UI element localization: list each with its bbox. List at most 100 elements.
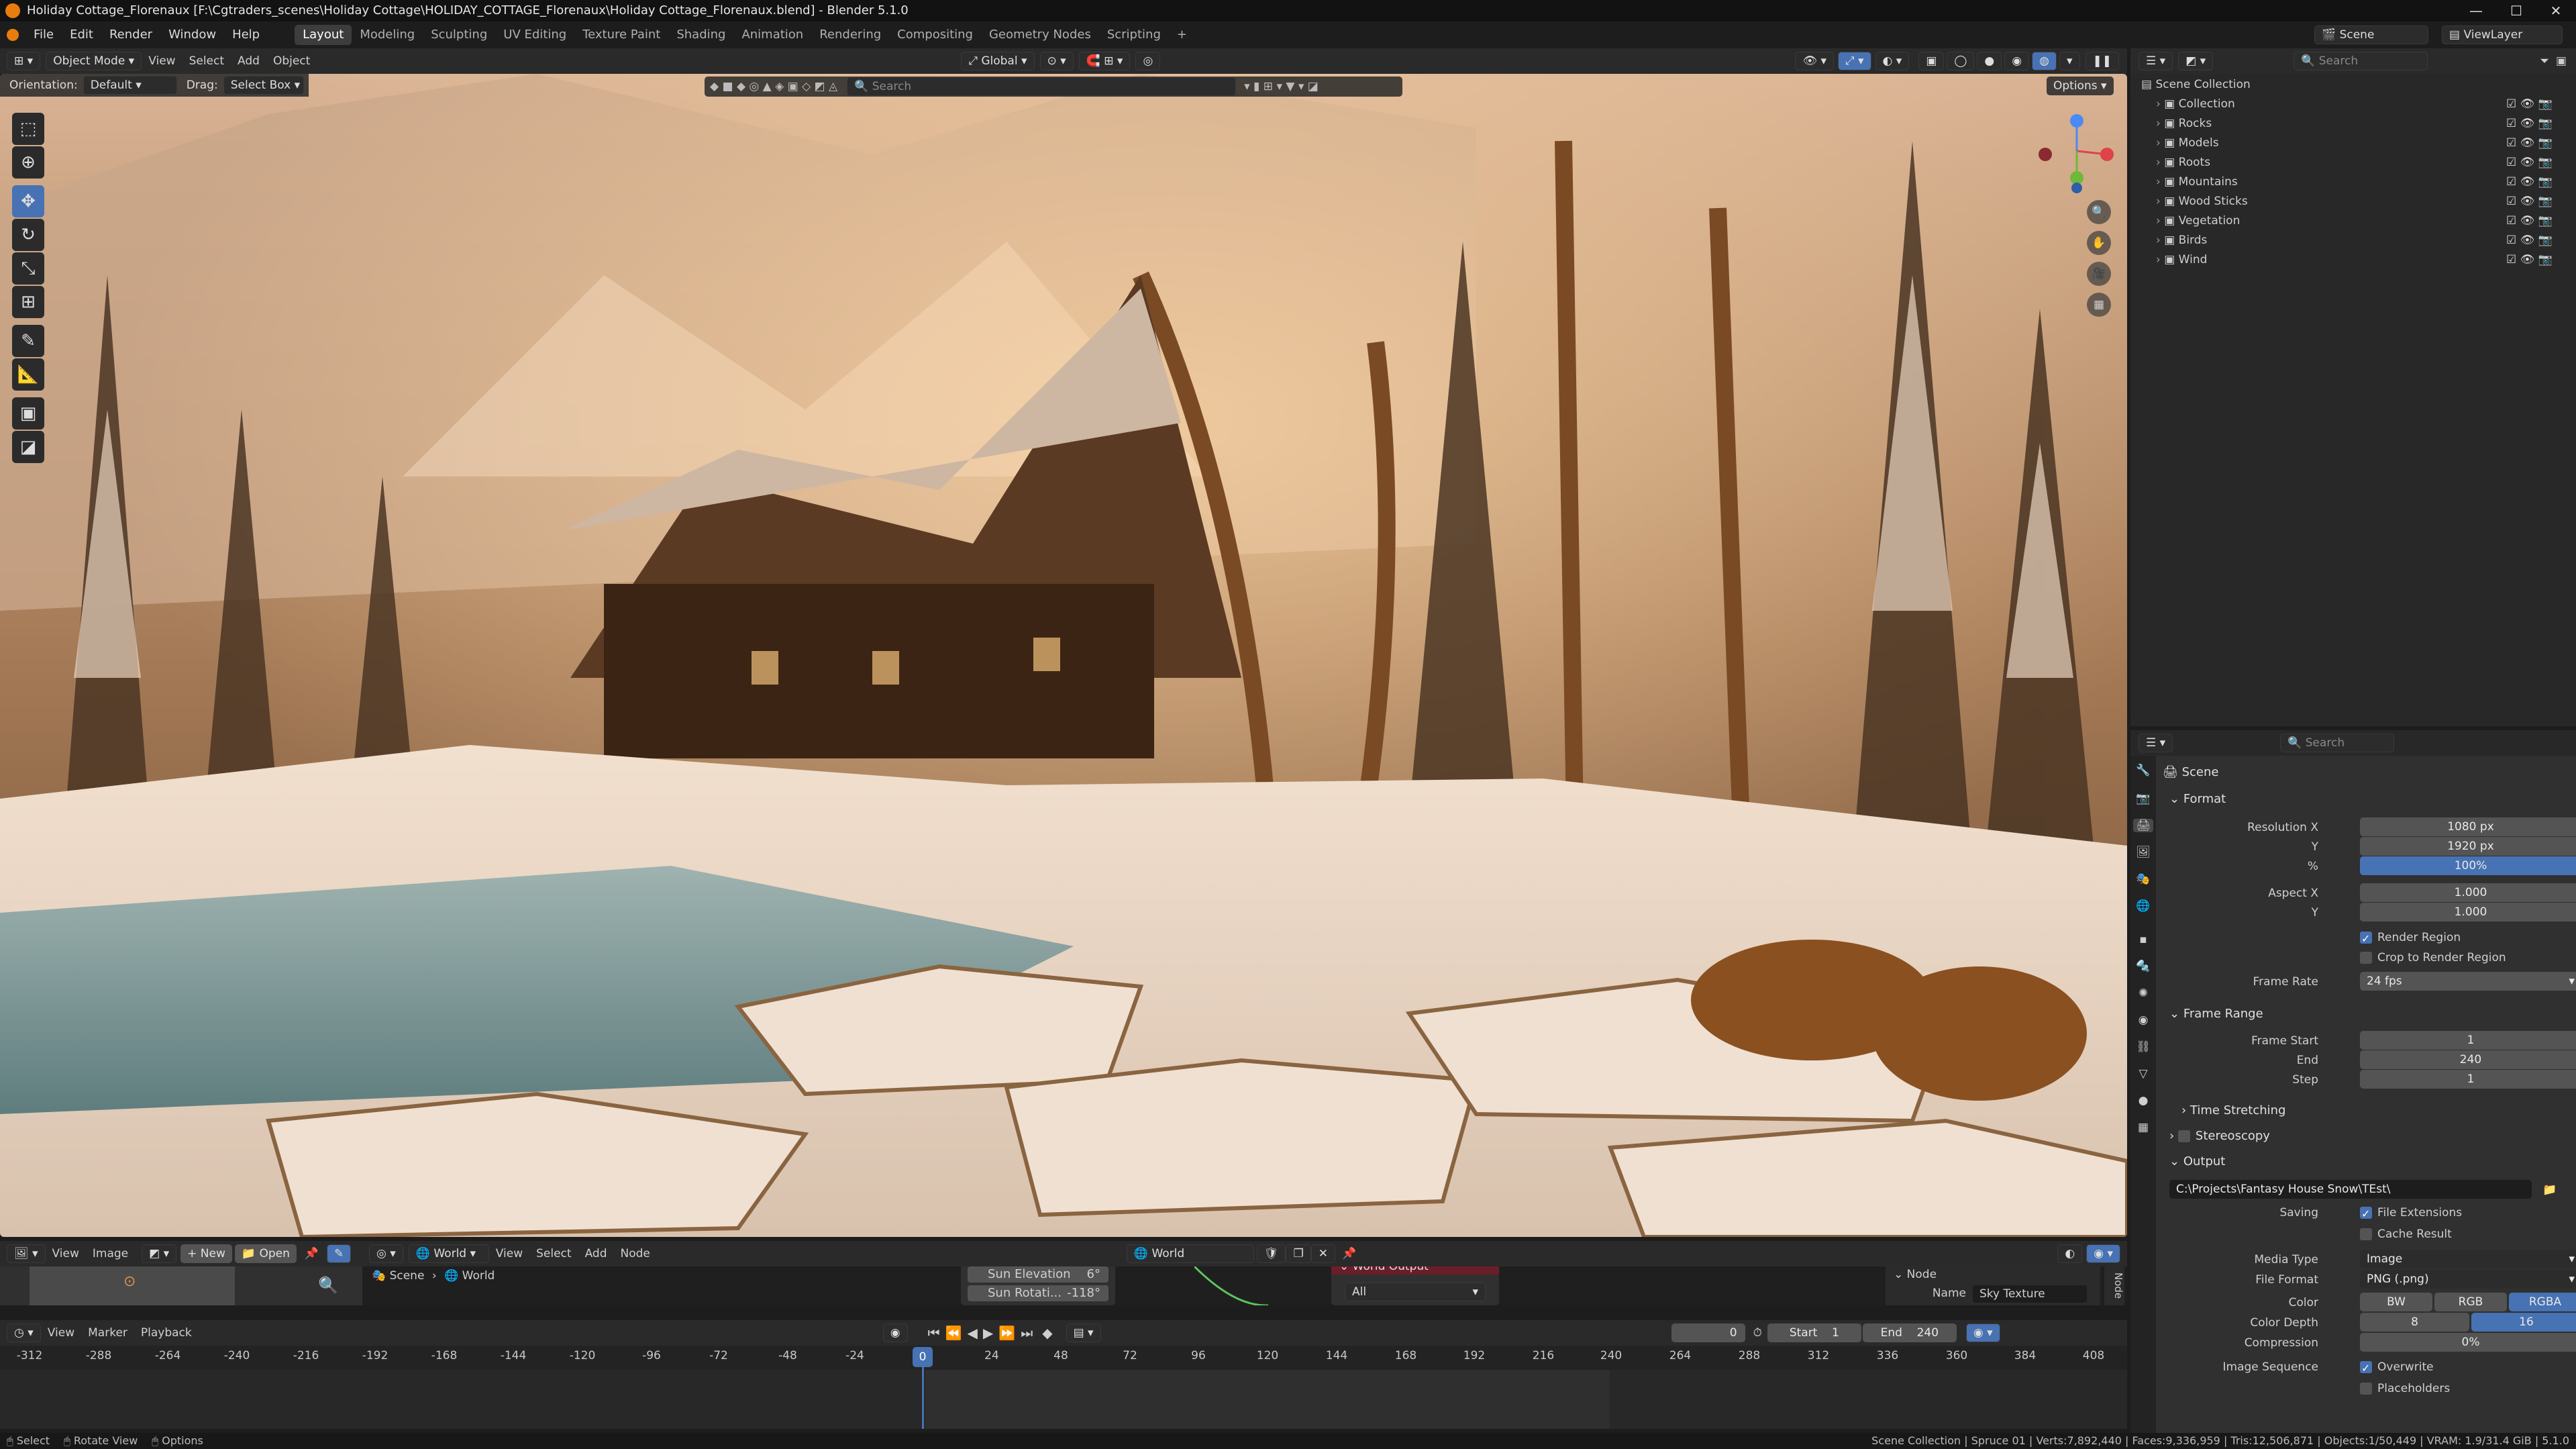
jump-to-keyframe-back-icon[interactable]: ⏪ [945,1325,962,1341]
start-frame-field[interactable]: Start 1 [1767,1323,1861,1342]
frame-step-field[interactable]: 1 [2360,1070,2576,1089]
maximize-button[interactable]: ☐ [2496,0,2536,21]
frame-start-field[interactable]: 1 [2360,1031,2576,1050]
3d-viewport[interactable]: Orientation: Default ▾ Drag: Select Box … [0,74,2127,1237]
pan-hand-icon[interactable]: ✋ [2087,231,2111,255]
tab-compositing[interactable]: Compositing [889,25,981,45]
menu-help[interactable]: Help [224,21,268,48]
collection-row[interactable]: › ▣ Birds ☑ 👁 📷 [2130,231,2576,250]
select-box-tool-icon[interactable]: ⬚ [12,113,44,145]
physics-tab-icon[interactable]: ◉ [2133,1013,2153,1027]
filter-toggles[interactable]: ▾ ▮ ⊞ ▾ ▼ ▾ ◪ [1244,80,1319,93]
minimize-button[interactable]: — [2456,0,2496,21]
timeline-area[interactable]: -312 -288 -264 -240 -216 -192 -168 -144 … [0,1346,2127,1429]
overlays-toggle[interactable]: ◐ ▾ [1875,52,1910,70]
perspective-grid-icon[interactable]: ▦ [2087,293,2111,317]
new-collection-icon[interactable]: ▣ [2556,54,2567,68]
visibility-icons[interactable]: ☑ 👁 📷 [2506,153,2553,172]
xray-toggle[interactable]: ▣ [1918,52,1945,70]
properties-editor-type[interactable]: ☰ ▾ [2139,734,2173,752]
stereoscopy-header[interactable]: › Stereoscopy [2169,1126,2270,1146]
add-primitive-tool-icon[interactable]: ◪ [12,431,44,463]
crop-region-checkbox[interactable]: Crop to Render Region [2360,948,2576,968]
tab-geometry-nodes[interactable]: Geometry Nodes [981,25,1099,45]
collection-row[interactable]: › ▣ Models ☑ 👁 📷 [2130,134,2576,153]
zoom-icon[interactable]: 🔍 [2087,200,2111,224]
collection-row[interactable]: › ▣ Rocks ☑ 👁 📷 [2130,114,2576,134]
tab-animation[interactable]: Animation [733,25,811,45]
color-rgba-button[interactable]: RGBA [2509,1293,2576,1311]
cache-result-checkbox[interactable]: Cache Result [2360,1224,2576,1244]
outliner-search-input[interactable]: 🔍 Search [2294,52,2428,70]
timeline-ruler[interactable]: -312 -288 -264 -240 -216 -192 -168 -144 … [0,1346,2127,1370]
file-extensions-checkbox[interactable]: File Extensions [2360,1203,2462,1224]
render-tab-icon[interactable]: 📷 [2133,792,2153,805]
viewport-menu-view[interactable]: View [142,54,182,68]
image-editor-type[interactable]: 🖼 ▾ [7,1244,46,1263]
overwrite-checkbox[interactable]: Overwrite [2360,1357,2434,1379]
media-type-dropdown[interactable]: Image ▾ [2360,1250,2576,1268]
render-region-checkbox[interactable]: Render Region [2360,928,2576,949]
visibility-icons[interactable]: ☑ 👁 📷 [2506,250,2553,270]
close-button[interactable]: ✕ [2536,0,2576,21]
timeline-menu-marker[interactable]: Marker [81,1326,134,1340]
world-duplicate-button[interactable]: ❐ [1286,1244,1311,1263]
move-tool-icon[interactable]: ✥ [12,185,44,217]
display-mode-dropdown[interactable]: ◩ ▾ [2178,52,2214,70]
viewport-search-input[interactable]: 🔍 Search [847,77,1237,96]
image-editor-area[interactable]: ⊙ 🔍 [0,1266,362,1305]
collection-row[interactable]: › ▣ Roots ☑ 👁 📷 [2130,153,2576,172]
compression-slider[interactable]: 0% [2360,1333,2576,1352]
viewport-menu-select[interactable]: Select [183,54,231,68]
object-tab-icon[interactable]: ▪ [2133,933,2153,946]
transform-orientation-dropdown[interactable]: ⤢ Global ▾ [961,52,1035,70]
color-depth-16-button[interactable]: 16 [2471,1313,2576,1332]
keyframe-prev-icon[interactable]: ◆ [1042,1325,1052,1341]
shading-rendered[interactable]: ◍ [2032,52,2057,70]
aspect-y-field[interactable]: 1.000 [2360,903,2576,921]
shading-wireframe[interactable]: ◯ [1947,52,1975,70]
node-menu-select[interactable]: Select [529,1247,578,1260]
output-target-dropdown[interactable]: All ▾ [1345,1283,1486,1301]
menu-window[interactable]: Window [160,21,224,48]
frame-range-panel-header[interactable]: ⌄ Frame Range [2169,1004,2263,1024]
add-cube-tool-icon[interactable]: ▣ [12,397,44,430]
navigation-gizmo[interactable] [2033,107,2120,195]
color-rgb-button[interactable]: RGB [2434,1293,2507,1311]
constraints-tab-icon[interactable]: ⛓ [2133,1040,2153,1054]
format-panel-header[interactable]: ⌄ Format [2169,789,2226,809]
frame-rate-dropdown[interactable]: 24 fps ▾ [2360,972,2576,991]
color-bw-button[interactable]: BW [2360,1293,2432,1311]
collection-row[interactable]: › ▣ Wind ☑ 👁 📷 [2130,250,2576,270]
filter-icon[interactable]: ⏷ [2540,54,2549,68]
file-format-dropdown[interactable]: PNG (.png) ▾ [2360,1270,2576,1289]
playhead-line[interactable] [922,1367,924,1429]
view-layer-tab-icon[interactable]: 🖼 [2133,846,2153,859]
resolution-x-field[interactable]: 1080 px [2360,817,2576,836]
sky-texture-node[interactable]: Sun Elevation 6° Sun Rotati... -118° [961,1266,1115,1305]
world-tab-icon[interactable]: 🌐 [2133,899,2153,913]
node-name-field[interactable]: Sky Texture [1973,1285,2087,1303]
pivot-point-dropdown[interactable]: ⊙ ▾ [1039,52,1074,70]
world-output-node[interactable]: ⌄ World Output All ▾ [1331,1266,1499,1305]
image-canvas[interactable]: ⊙ [30,1266,235,1305]
orientation-dropdown[interactable]: Default ▾ [83,76,177,95]
image-mode-dropdown[interactable]: ◩ ▾ [142,1244,177,1263]
timeline-menu-view[interactable]: View [41,1326,81,1340]
aspect-x-field[interactable]: 1.000 [2360,883,2576,902]
collection-row[interactable]: › ▣ Mountains ☑ 👁 📷 [2130,172,2576,192]
modifiers-tab-icon[interactable]: 🔩 [2133,960,2153,973]
tab-modeling[interactable]: Modeling [352,25,423,45]
collection-row[interactable]: › ▣ Collection ☑ 👁 📷 [2130,95,2576,114]
play-reverse-icon[interactable]: ◀ [968,1325,978,1341]
proportional-editing-toggle[interactable]: ◎ [1135,52,1161,70]
color-depth-8-button[interactable]: 8 [2360,1313,2469,1332]
timeline-snap-toggle[interactable]: ◉ ▾ [1965,1323,2000,1342]
scale-tool-icon[interactable]: ⤡ [12,252,44,285]
properties-search-input[interactable]: 🔍 Search [2280,734,2395,752]
camera-view-icon[interactable]: 🎥 [2087,262,2111,286]
jump-to-end-icon[interactable]: ⏭ [1021,1325,1033,1341]
playhead-handle[interactable]: 0 [913,1347,933,1367]
viewport-gizmos-toggle[interactable]: 👁 ▾ [1795,52,1834,70]
image-menu-view[interactable]: View [46,1247,86,1260]
